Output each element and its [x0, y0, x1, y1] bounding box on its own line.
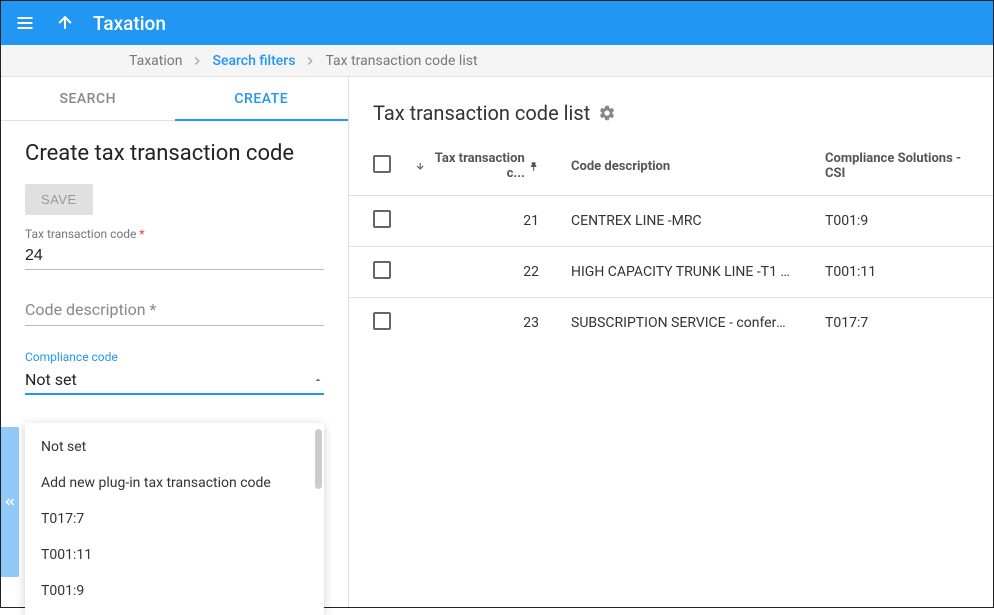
create-form: Create tax transaction code SAVE Tax tra… — [1, 121, 348, 419]
row-checkbox[interactable] — [373, 312, 391, 330]
field-label-compliance: Compliance code — [25, 350, 324, 364]
tax-transaction-code-input[interactable] — [25, 243, 324, 270]
compliance-code-dropdown: Not set Add new plug-in tax transaction … — [25, 423, 324, 615]
collapse-panel-handle[interactable] — [1, 427, 19, 577]
breadcrumb: Taxation Search filters Tax transaction … — [1, 45, 993, 77]
cell-description: HIGH CAPACITY TRUNK LINE -T1 or P... — [559, 247, 813, 298]
column-header-description[interactable]: Code description — [559, 137, 813, 196]
row-checkbox[interactable] — [373, 210, 391, 228]
cell-description: CENTREX LINE -MRC — [559, 196, 813, 247]
breadcrumb-item-search-filters[interactable]: Search filters — [204, 53, 303, 69]
list-title: Tax transaction code list — [373, 101, 590, 125]
cell-code: 21 — [403, 196, 559, 247]
page-title: Taxation — [93, 12, 166, 35]
field-code-description: Code description * — [25, 294, 324, 326]
cell-code: 22 — [403, 247, 559, 298]
column-header-code[interactable]: Tax transaction c... — [403, 137, 559, 196]
breadcrumb-item-taxation[interactable]: Taxation — [121, 53, 190, 69]
form-title: Create tax transaction code — [25, 141, 324, 166]
save-button[interactable]: SAVE — [25, 184, 93, 215]
chevron-right-icon — [303, 54, 317, 68]
row-checkbox[interactable] — [373, 261, 391, 279]
caret-up-icon — [312, 374, 324, 390]
topbar: Taxation — [1, 1, 993, 45]
compliance-code-value: Not set — [25, 366, 324, 395]
cell-compliance: T001:9 — [813, 196, 993, 247]
field-compliance-code: Compliance code Not set — [25, 350, 324, 395]
gear-icon[interactable] — [598, 104, 616, 122]
cell-description: SUBSCRIPTION SERVICE - conferencing — [559, 298, 813, 349]
chevron-right-icon — [190, 54, 204, 68]
right-panel: Tax transaction code list Tax transactio… — [349, 77, 993, 607]
dropdown-option-not-set[interactable]: Not set — [25, 429, 324, 465]
cell-compliance: T017:7 — [813, 298, 993, 349]
cell-compliance: T001:11 — [813, 247, 993, 298]
compliance-code-select[interactable]: Not set — [25, 366, 324, 395]
select-all-checkbox[interactable] — [373, 155, 391, 173]
table-header-row: Tax transaction c... Code description Co… — [349, 137, 993, 196]
dropdown-option-t017-7[interactable]: T017:7 — [25, 501, 324, 537]
column-header-compliance[interactable]: Compliance Solutions - CSI — [813, 137, 993, 196]
tabs: SEARCH CREATE — [1, 77, 348, 121]
sort-arrow-down-icon — [415, 160, 425, 172]
table-row[interactable]: 23 SUBSCRIPTION SERVICE - conferencing T… — [349, 298, 993, 349]
breadcrumb-item-tax-transaction-code-list[interactable]: Tax transaction code list — [317, 53, 485, 69]
pin-icon — [528, 160, 539, 173]
table-row[interactable]: 22 HIGH CAPACITY TRUNK LINE -T1 or P... … — [349, 247, 993, 298]
tab-search[interactable]: SEARCH — [1, 77, 175, 120]
cell-code: 23 — [403, 298, 559, 349]
field-label-code: Tax transaction code * — [25, 227, 324, 241]
list-header: Tax transaction code list — [349, 77, 993, 137]
arrow-up-icon[interactable] — [53, 11, 77, 35]
field-tax-transaction-code: Tax transaction code * — [25, 227, 324, 270]
dropdown-option-add-new[interactable]: Add new plug-in tax transaction code — [25, 465, 324, 501]
left-panel: SEARCH CREATE Create tax transaction cod… — [1, 77, 349, 607]
tax-transaction-table: Tax transaction c... Code description Co… — [349, 137, 993, 348]
table-row[interactable]: 21 CENTREX LINE -MRC T001:9 — [349, 196, 993, 247]
dropdown-scrollbar[interactable] — [315, 429, 322, 489]
tab-create[interactable]: CREATE — [175, 77, 349, 120]
hamburger-menu-icon[interactable] — [13, 11, 37, 35]
dropdown-option-t001-11[interactable]: T001:11 — [25, 537, 324, 573]
code-description-input[interactable]: Code description * — [25, 294, 324, 326]
dropdown-option-t001-9[interactable]: T001:9 — [25, 573, 324, 609]
